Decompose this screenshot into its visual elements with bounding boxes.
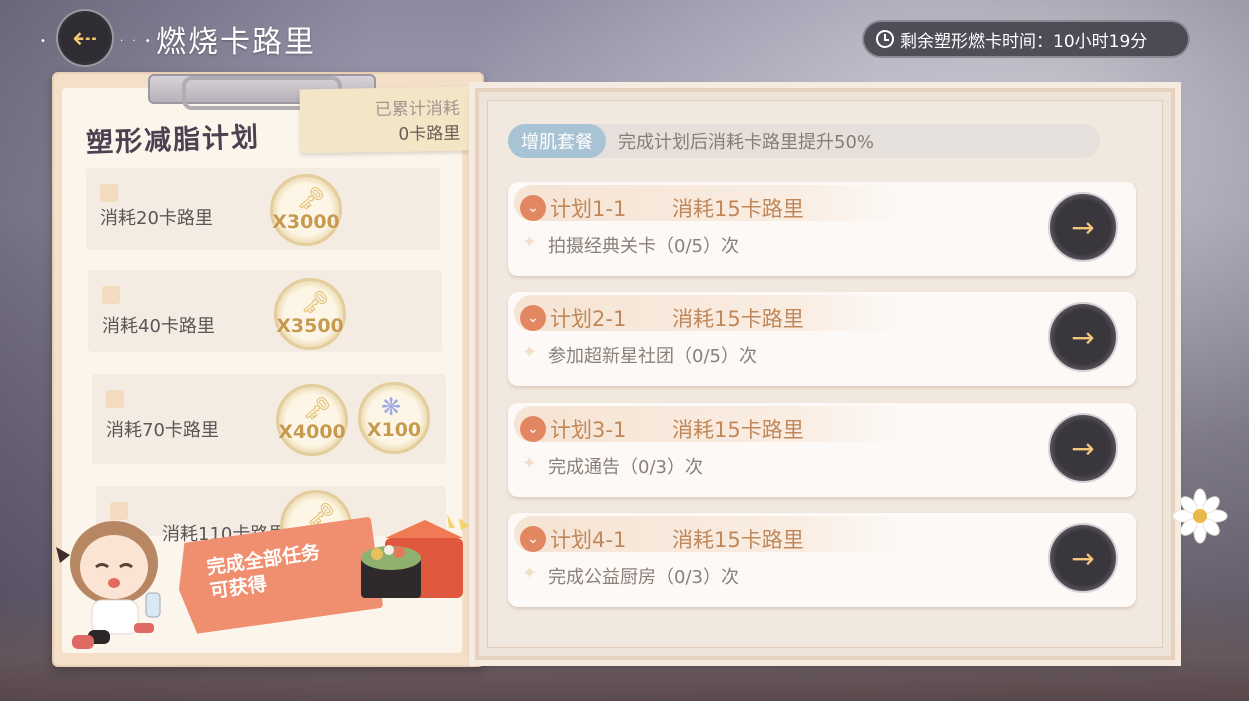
task-name: 计划1-1 [550, 197, 627, 221]
arrow-right-icon: → [1071, 320, 1095, 354]
task-cost: 消耗15卡路里 [672, 528, 804, 552]
tier-checkbox [102, 286, 120, 304]
arrow-right-icon: → [1071, 210, 1095, 244]
accumulated-value: 0卡路里 [398, 123, 461, 145]
bonus-text: 完成计划后消耗卡路里提升50% [618, 132, 875, 153]
tier-checkbox [106, 390, 124, 408]
arrow-right-icon: → [1071, 541, 1095, 575]
sparkle-icon: ✦ [522, 453, 538, 474]
task-card: ⌄ 计划4-1 消耗15卡路里 ✦ 完成公益厨房（0/3）次 → [508, 513, 1136, 607]
task-cost: 消耗15卡路里 [672, 418, 804, 442]
timer-badge: 剩余塑形燃卡时间：10小时19分 [862, 20, 1190, 58]
tier-checkbox [100, 184, 118, 202]
tier-label: 消耗70卡路里 [106, 420, 219, 441]
reward-coin[interactable]: 🗝 X4000 [276, 384, 348, 456]
tier-label: 消耗40卡路里 [102, 316, 215, 337]
task-desc: 完成公益厨房（0/3）次 [548, 567, 739, 588]
task-name: 计划2-1 [550, 307, 627, 331]
task-desc: 参加超新星社团（0/5）次 [548, 346, 757, 367]
plan-title: 塑形减脂计划 [85, 121, 261, 160]
reward-qty: X3500 [276, 315, 344, 337]
back-button[interactable]: ⇠ [56, 9, 114, 67]
go-button[interactable]: → [1048, 413, 1118, 483]
reward-coin[interactable]: ❋ X100 [358, 382, 430, 454]
go-button[interactable]: → [1048, 523, 1118, 593]
bonus-bar: 增肌套餐 完成计划后消耗卡路里提升50% [508, 124, 1100, 158]
tier-item[interactable]: 消耗20卡路里 🗝 X3000 [86, 168, 440, 250]
task-cost: 消耗15卡路里 [672, 197, 804, 221]
chibi-character-image [56, 521, 161, 649]
chevron-down-icon[interactable]: ⌄ [520, 305, 546, 331]
chevron-down-icon[interactable]: ⌄ [520, 526, 546, 552]
chevron-down-icon[interactable]: ⌄ [520, 195, 546, 221]
tier-item[interactable]: 消耗40卡路里 🗝 X3500 [88, 270, 442, 352]
bonus-tag: 增肌套餐 [508, 124, 606, 158]
sparkle-icon: ✦ [522, 563, 538, 584]
task-name: 计划3-1 [550, 418, 627, 442]
decor-dots: · · • [120, 36, 154, 47]
key-coin-icon: 🗝 [303, 397, 331, 422]
task-card: ⌄ 计划2-1 消耗15卡路里 ✦ 参加超新星社团（0/5）次 → [508, 292, 1136, 386]
task-name: 计划4-1 [550, 528, 627, 552]
arrow-left-icon: ⇠ [72, 20, 98, 56]
task-desc: 完成通告（0/3）次 [548, 457, 703, 478]
clock-icon [876, 30, 894, 48]
arrow-right-icon: → [1071, 431, 1095, 465]
tier-label: 消耗20卡路里 [100, 208, 213, 229]
key-coin-icon: 🗝 [301, 291, 329, 316]
flower-decoration [1172, 488, 1228, 544]
timer-text: 剩余塑形燃卡时间：10小时19分 [900, 31, 1148, 52]
reward-qty: X4000 [278, 421, 346, 443]
page-title: 燃烧卡路里 [156, 25, 316, 60]
task-desc: 拍摄经典关卡（0/5）次 [548, 236, 739, 257]
task-card: ⌄ 计划1-1 消耗15卡路里 ✦ 拍摄经典关卡（0/5）次 → [508, 182, 1136, 276]
sparkle-icon: ✦ [522, 232, 538, 253]
bento-box-image [361, 514, 469, 598]
sparkle-icon: ✦ [522, 342, 538, 363]
go-button[interactable]: → [1048, 302, 1118, 372]
reward-qty: X100 [366, 419, 422, 441]
reward-coin[interactable]: 🗝 X3000 [270, 174, 342, 246]
key-coin-icon: 🗝 [297, 187, 325, 212]
go-button[interactable]: → [1048, 192, 1118, 262]
accumulated-label: 已累计消耗 [374, 98, 460, 121]
tier-item[interactable]: 消耗70卡路里 🗝 X4000 ❋ X100 [92, 374, 446, 464]
reward-qty: X3000 [272, 211, 340, 233]
task-card: ⌄ 计划3-1 消耗15卡路里 ✦ 完成通告（0/3）次 → [508, 403, 1136, 497]
butterfly-icon: ❋ [381, 393, 402, 421]
reward-coin[interactable]: 🗝 X3500 [274, 278, 346, 350]
task-cost: 消耗15卡路里 [672, 307, 804, 331]
accumulated-note: 已累计消耗 0卡路里 [299, 86, 471, 154]
chevron-down-icon[interactable]: ⌄ [520, 416, 546, 442]
